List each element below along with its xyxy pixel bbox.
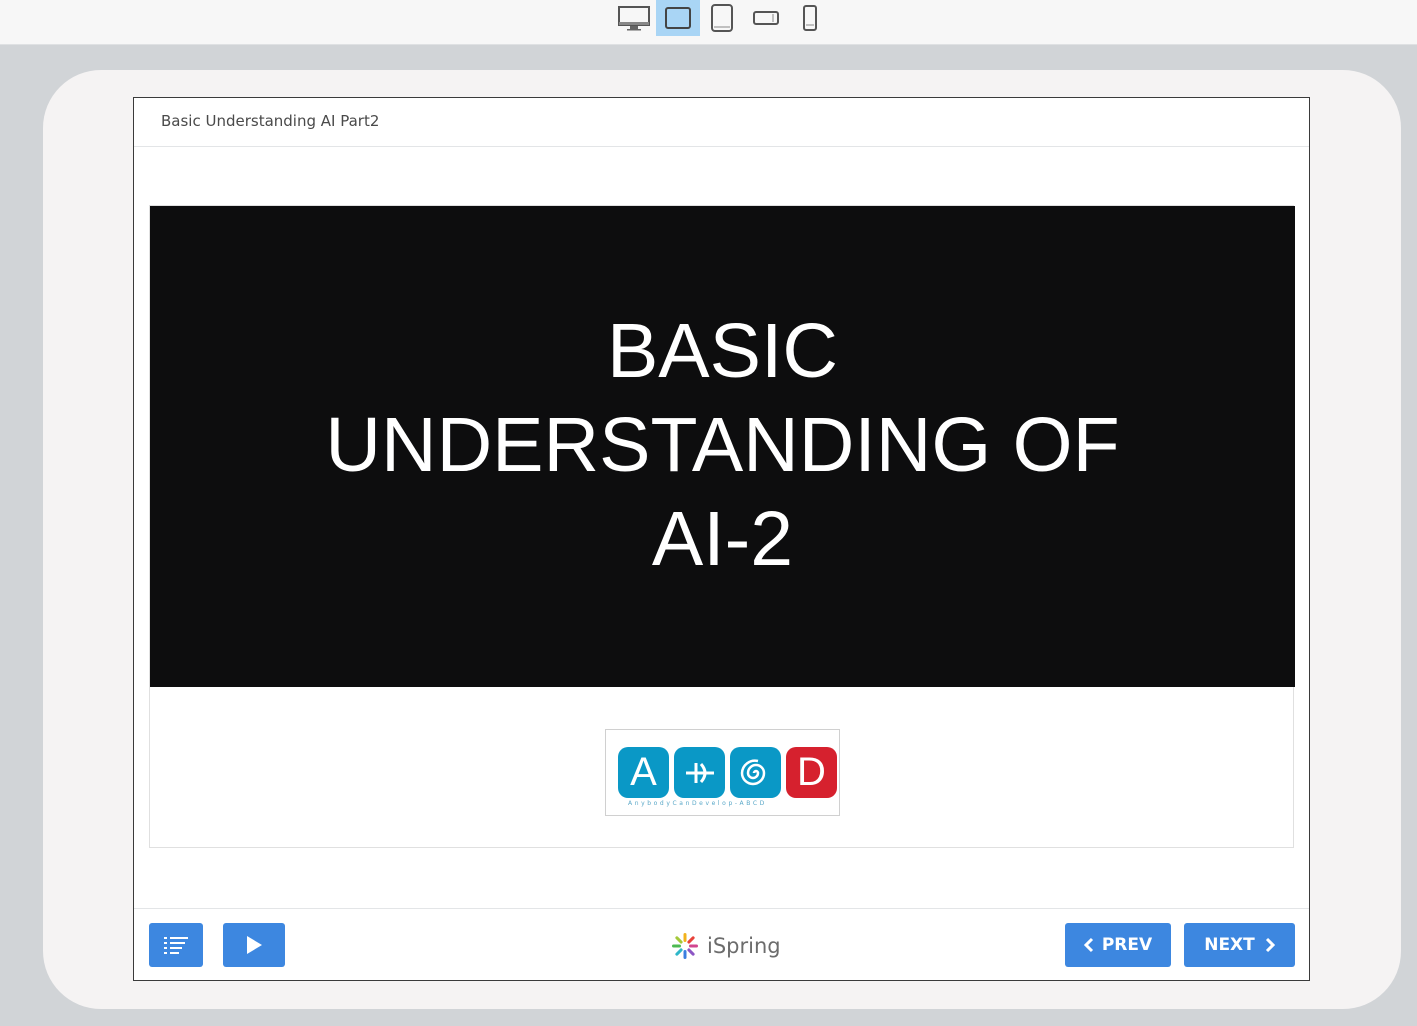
logo-letter-a: A xyxy=(630,750,657,794)
slide: BASIC UNDERSTANDING OF AI-2 A D AnybodyC… xyxy=(149,205,1295,848)
outline-list-icon xyxy=(164,937,188,954)
logo-tile-d: D xyxy=(786,747,837,798)
next-label: NEXT xyxy=(1204,935,1255,955)
prev-button[interactable]: PREV xyxy=(1065,923,1171,967)
play-icon xyxy=(247,936,262,954)
phone-landscape-icon xyxy=(753,11,779,25)
desktop-icon xyxy=(618,6,650,31)
outline-button[interactable] xyxy=(149,923,203,967)
tablet-landscape-icon xyxy=(665,7,691,29)
tablet-portrait-view-button[interactable] xyxy=(700,0,744,36)
tablet-landscape-view-button[interactable] xyxy=(656,0,700,36)
brand-name: iSpring xyxy=(707,934,781,958)
sound-wave-icon xyxy=(685,762,714,783)
phone-portrait-icon xyxy=(803,5,817,31)
phone-portrait-view-button[interactable] xyxy=(788,0,832,36)
player-footer: iSpring PREV NEXT xyxy=(134,908,1309,980)
phone-landscape-view-button[interactable] xyxy=(744,0,788,36)
presentation-player: Basic Understanding AI Part2 BASIC UNDER… xyxy=(133,97,1310,981)
logo-letter-d: D xyxy=(797,750,826,794)
logo-tagline: AnybodyCanDevelop-ABCD xyxy=(628,800,767,807)
slide-banner: BASIC UNDERSTANDING OF AI-2 xyxy=(150,206,1295,687)
chevron-right-icon xyxy=(1265,937,1275,953)
presentation-title: Basic Understanding AI Part2 xyxy=(161,112,380,130)
player-header: Basic Understanding AI Part2 xyxy=(134,98,1309,147)
play-button[interactable] xyxy=(223,923,285,967)
next-button[interactable]: NEXT xyxy=(1184,923,1295,967)
tablet-portrait-icon xyxy=(711,4,733,32)
logo-tile-a: A xyxy=(618,747,669,798)
prev-label: PREV xyxy=(1101,935,1153,955)
ispring-brand: iSpring xyxy=(670,931,781,961)
device-toolbar xyxy=(0,0,1417,45)
logo-tile-b xyxy=(674,747,725,798)
logo-tile-c xyxy=(730,747,781,798)
abcd-logo: A D AnybodyCanDevelop-ABCD xyxy=(605,729,840,816)
chevron-left-icon xyxy=(1083,937,1093,953)
ispring-logo-icon xyxy=(672,933,698,959)
spiral-icon xyxy=(740,758,765,785)
slide-title: BASIC UNDERSTANDING OF AI-2 xyxy=(325,307,1120,582)
desktop-view-button[interactable] xyxy=(612,0,656,36)
